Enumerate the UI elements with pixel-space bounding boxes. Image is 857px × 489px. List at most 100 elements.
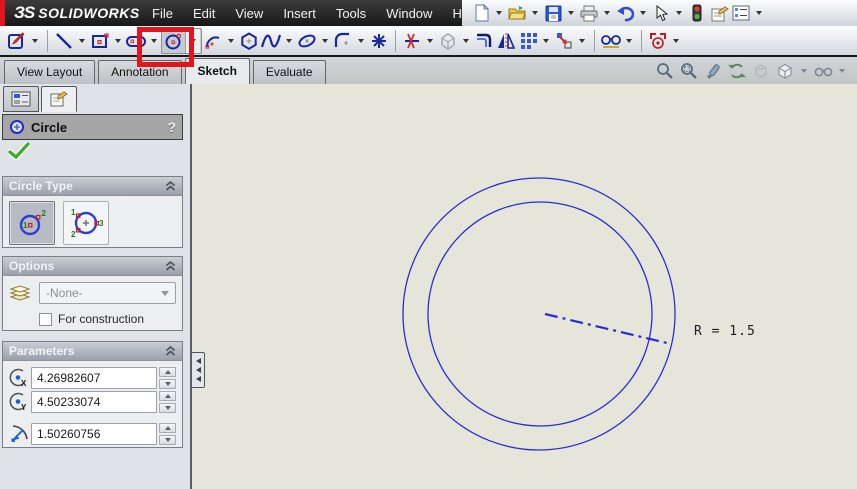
- menu-bar: File Edit View Insert Tools Window Help: [142, 1, 489, 26]
- dropdown-arrow-icon[interactable]: [640, 11, 646, 15]
- property-manager-tab[interactable]: [41, 86, 77, 112]
- dropdown-arrow-icon[interactable]: [543, 38, 549, 43]
- collapse-chevron-icon[interactable]: [165, 346, 176, 356]
- section-view-icon: [751, 61, 771, 81]
- radius-spinner[interactable]: [159, 423, 176, 445]
- display-style-icon[interactable]: [775, 61, 795, 81]
- collapse-chevron-icon[interactable]: [165, 181, 176, 191]
- dropdown-arrow-icon[interactable]: [579, 38, 585, 43]
- perimeter-circle-type-button[interactable]: 1 2 3: [63, 201, 109, 245]
- dropdown-arrow-icon[interactable]: [463, 38, 469, 43]
- options-header[interactable]: Options: [3, 257, 182, 276]
- ellipse-tool-icon[interactable]: [296, 29, 318, 53]
- graphics-area[interactable]: R = 1.5: [192, 84, 855, 489]
- dropdown-arrow-icon[interactable]: [496, 11, 502, 15]
- open-button[interactable]: [506, 2, 528, 24]
- dropdown-arrow-icon[interactable]: [286, 38, 292, 43]
- dropdown-arrow-icon[interactable]: [115, 38, 121, 43]
- dropdown-arrow-icon[interactable]: [228, 38, 234, 43]
- parameters-header[interactable]: Parameters: [3, 342, 182, 361]
- center-x-input[interactable]: [31, 367, 157, 389]
- new-document-button[interactable]: [470, 2, 492, 24]
- dropdown-arrow-icon[interactable]: [673, 38, 679, 43]
- centerpoint-arc-tool-icon[interactable]: [202, 29, 224, 53]
- dropdown-arrow-icon[interactable]: [756, 11, 762, 15]
- dropdown-arrow-icon[interactable]: [568, 11, 574, 15]
- sketch-drawing[interactable]: [192, 84, 855, 489]
- inner-circle[interactable]: [427, 201, 653, 427]
- dropdown-arrow-icon[interactable]: [801, 69, 807, 73]
- offset-entities-tool-icon[interactable]: [473, 29, 495, 53]
- help-icon[interactable]: ?: [167, 119, 176, 135]
- options-list-button[interactable]: [730, 2, 752, 24]
- file-properties-button[interactable]: [708, 2, 730, 24]
- relations-dropdown[interactable]: -None-: [39, 282, 176, 304]
- spin-up-icon[interactable]: [159, 391, 176, 401]
- dropdown-arrow-icon[interactable]: [79, 38, 85, 43]
- center-circle-type-button[interactable]: 12: [9, 201, 55, 245]
- dropdown-arrow-icon[interactable]: [604, 11, 610, 15]
- tab-sketch[interactable]: Sketch: [184, 58, 250, 84]
- hide-show-items-icon[interactable]: [813, 61, 833, 81]
- sketch-tool-icon[interactable]: [6, 29, 28, 53]
- rebuild-traffic-light-icon[interactable]: [686, 2, 708, 24]
- print-button[interactable]: [578, 2, 600, 24]
- menu-window[interactable]: Window: [376, 1, 442, 26]
- trim-entities-tool-icon[interactable]: [401, 29, 423, 53]
- circle-type-header[interactable]: Circle Type: [3, 177, 182, 196]
- menu-view[interactable]: View: [225, 1, 273, 26]
- line-tool-icon[interactable]: [53, 29, 75, 53]
- panel-collapse-handle[interactable]: [192, 352, 205, 388]
- rotate-view-icon[interactable]: [727, 61, 747, 81]
- menu-file[interactable]: File: [142, 1, 183, 26]
- zoom-to-area-icon[interactable]: [679, 61, 699, 81]
- outer-circle[interactable]: [402, 177, 676, 451]
- dropdown-arrow-icon[interactable]: [32, 38, 38, 43]
- collapse-chevron-icon[interactable]: [165, 261, 176, 271]
- panel-title: Circle: [31, 119, 68, 135]
- menu-edit[interactable]: Edit: [183, 1, 225, 26]
- center-y-input[interactable]: [31, 391, 157, 413]
- polygon-tool-icon[interactable]: [238, 29, 260, 53]
- center-y-spinner[interactable]: [159, 391, 176, 413]
- menu-insert[interactable]: Insert: [273, 1, 326, 26]
- spin-down-icon[interactable]: [159, 435, 176, 445]
- center-x-spinner[interactable]: [159, 367, 176, 389]
- spin-up-icon[interactable]: [159, 367, 176, 377]
- spin-down-icon[interactable]: [159, 379, 176, 389]
- panel-tab-bar: [3, 86, 79, 112]
- select-button[interactable]: [650, 2, 672, 24]
- dropdown-arrow-icon[interactable]: [358, 38, 364, 43]
- previous-view-icon[interactable]: [703, 61, 723, 81]
- point-tool-icon[interactable]: [368, 29, 390, 53]
- display-delete-relations-tool-icon[interactable]: [600, 29, 622, 53]
- menu-tools[interactable]: Tools: [326, 1, 376, 26]
- dropdown-arrow-icon[interactable]: [676, 11, 682, 15]
- spin-up-icon[interactable]: [159, 423, 176, 433]
- for-construction-checkbox[interactable]: [39, 312, 52, 326]
- zoom-to-fit-icon[interactable]: [655, 61, 675, 81]
- dropdown-arrow-icon[interactable]: [427, 38, 433, 43]
- radius-input[interactable]: [31, 423, 157, 445]
- ok-check-icon[interactable]: [7, 141, 31, 165]
- convert-entities-tool-icon[interactable]: [437, 29, 459, 53]
- dropdown-arrow-icon[interactable]: [839, 69, 845, 73]
- spline-tool-icon[interactable]: [260, 29, 282, 53]
- undo-button[interactable]: [614, 2, 636, 24]
- rectangle-tool-icon[interactable]: [89, 29, 111, 53]
- dropdown-arrow-icon[interactable]: [532, 11, 538, 15]
- parameters-section: Parameters X 4.26982607 Y 4.50233074 1.5…: [2, 341, 183, 448]
- dropdown-arrow-icon[interactable]: [626, 38, 632, 43]
- mirror-entities-tool-icon[interactable]: [495, 29, 517, 53]
- move-entities-tool-icon[interactable]: [553, 29, 575, 53]
- tab-evaluate[interactable]: Evaluate: [252, 60, 326, 84]
- spin-down-icon[interactable]: [159, 403, 176, 413]
- save-button[interactable]: [542, 2, 564, 24]
- dropdown-arrow-icon[interactable]: [161, 290, 169, 296]
- quick-snaps-tool-icon[interactable]: [647, 29, 669, 53]
- linear-sketch-pattern-tool-icon[interactable]: [517, 29, 539, 53]
- tab-view-layout[interactable]: View Layout: [4, 60, 96, 84]
- dropdown-arrow-icon[interactable]: [322, 38, 328, 43]
- sketch-fillet-tool-icon[interactable]: [332, 29, 354, 53]
- feature-manager-tab[interactable]: [3, 86, 39, 112]
